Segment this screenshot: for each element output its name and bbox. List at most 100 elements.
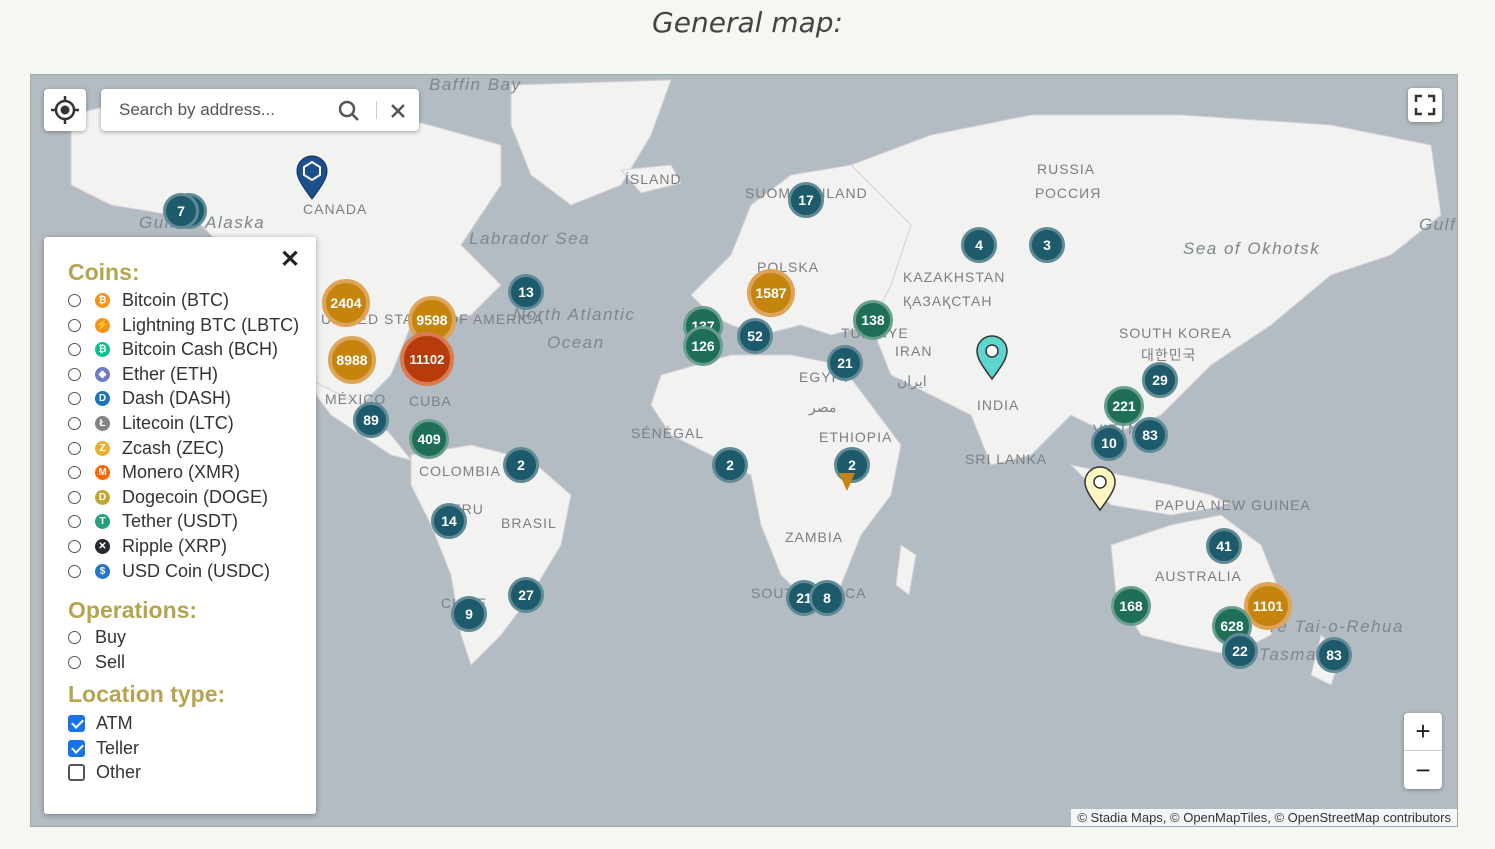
- page-title: General map:: [652, 6, 843, 39]
- radio-button[interactable]: [68, 367, 81, 381]
- coin-option[interactable]: D Dash (DASH): [68, 388, 231, 409]
- coin-option[interactable]: ◆ Ether (ETH): [68, 364, 218, 385]
- radio-button[interactable]: [68, 656, 81, 669]
- radio-button[interactable]: [68, 631, 81, 644]
- cluster-marker[interactable]: 4: [961, 227, 997, 263]
- coin-option[interactable]: Ł Litecoin (LTC): [68, 413, 234, 434]
- coin-label: Zcash (ZEC): [122, 437, 225, 458]
- radio-button[interactable]: [68, 564, 81, 578]
- coin-label: Tether (USDT): [122, 511, 239, 532]
- map-label: Baffin Bay: [429, 75, 522, 94]
- cluster-marker[interactable]: 52: [737, 318, 773, 354]
- radio-button[interactable]: [68, 466, 81, 480]
- cluster-marker[interactable]: 41: [1206, 528, 1242, 564]
- cluster-marker[interactable]: 21: [827, 345, 863, 381]
- fullscreen-button[interactable]: [1408, 88, 1442, 122]
- coin-label: USD Coin (USDC): [122, 560, 271, 581]
- coin-label: Dogecoin (DOGE): [122, 486, 269, 507]
- checkbox[interactable]: [68, 764, 85, 781]
- radio-button[interactable]: [68, 294, 81, 307]
- coins-heading: Coins:: [68, 259, 140, 285]
- coin-option[interactable]: M Monero (XMR): [68, 462, 240, 483]
- cluster-marker[interactable]: 27: [508, 577, 544, 613]
- radio-button[interactable]: [68, 343, 81, 357]
- coin-icon: ⚡: [95, 317, 110, 333]
- zoom-in-button[interactable]: +: [1404, 713, 1442, 751]
- map-label: Sea of Okhotsk: [1183, 239, 1321, 258]
- map-label: PAPUA NEW GUINEA: [1155, 497, 1311, 513]
- coin-icon: $: [95, 563, 110, 579]
- cluster-marker[interactable]: 409: [409, 419, 449, 459]
- clear-search-icon[interactable]: [389, 102, 407, 120]
- radio-button[interactable]: [68, 540, 81, 553]
- coin-option[interactable]: $ USD Coin (USDC): [68, 561, 270, 582]
- radio-button[interactable]: [68, 392, 81, 406]
- cluster-marker[interactable]: 9: [451, 596, 487, 632]
- location-type-label: ATM: [96, 713, 133, 733]
- cluster-marker[interactable]: 2: [503, 447, 539, 483]
- cluster-marker[interactable]: 8988: [328, 336, 376, 384]
- cluster-marker[interactable]: 22: [1222, 633, 1258, 669]
- cluster-marker[interactable]: 8: [809, 580, 845, 616]
- radio-button[interactable]: [68, 318, 81, 332]
- coin-icon: T: [95, 514, 110, 530]
- location-type-other[interactable]: Other: [68, 762, 141, 783]
- cluster-marker[interactable]: 2: [712, 447, 748, 483]
- locate-button[interactable]: [44, 89, 86, 131]
- orange-pin-icon[interactable]: [837, 453, 857, 493]
- radio-button[interactable]: [68, 441, 81, 455]
- coin-icon: ₿: [95, 342, 110, 358]
- radio-button[interactable]: [68, 515, 81, 529]
- coin-icon: ₿: [95, 293, 110, 308]
- cluster-marker[interactable]: 168: [1111, 586, 1151, 626]
- operation-buy[interactable]: Buy: [68, 627, 126, 648]
- cluster-marker[interactable]: 83: [1316, 637, 1352, 673]
- map-label: BRASIL: [501, 515, 557, 531]
- cluster-marker[interactable]: 29: [1142, 362, 1178, 398]
- checkbox[interactable]: [68, 740, 85, 757]
- cluster-marker[interactable]: 10: [1091, 425, 1127, 461]
- coin-option[interactable]: Z Zcash (ZEC): [68, 438, 224, 459]
- zoom-control: + −: [1404, 713, 1442, 789]
- coin-option[interactable]: ⚡ Lightning BTC (LBTC): [68, 315, 299, 336]
- radio-button[interactable]: [68, 417, 81, 430]
- map-label: KAZAKHSTAN: [903, 269, 1006, 285]
- cluster-marker[interactable]: 3: [1029, 227, 1065, 263]
- cluster-marker[interactable]: 138: [853, 300, 893, 340]
- cluster-marker[interactable]: 7: [163, 193, 199, 229]
- coin-label: Ripple (XRP): [122, 536, 228, 556]
- close-panel-button[interactable]: ✕: [280, 245, 300, 274]
- coin-option[interactable]: ₿ Bitcoin Cash (BCH): [68, 339, 278, 360]
- checkbox[interactable]: [68, 715, 85, 732]
- search-input[interactable]: [117, 97, 331, 123]
- cluster-marker[interactable]: 14: [431, 503, 467, 539]
- cluster-marker[interactable]: 13: [508, 274, 544, 310]
- location-type-teller[interactable]: Teller: [68, 738, 139, 759]
- yellow-pin-icon[interactable]: [1083, 466, 1117, 512]
- coin-label: Bitcoin Cash (BCH): [122, 339, 279, 360]
- cluster-marker[interactable]: 83: [1132, 417, 1168, 453]
- cluster-marker[interactable]: 17: [788, 182, 824, 218]
- cluster-marker[interactable]: 89: [353, 402, 389, 438]
- coin-option[interactable]: D Dogecoin (DOGE): [68, 487, 268, 508]
- cluster-marker[interactable]: 2404: [322, 279, 370, 327]
- coin-icon: ◆: [95, 366, 110, 382]
- cluster-marker[interactable]: 126: [683, 326, 723, 366]
- radio-button[interactable]: [68, 490, 81, 504]
- operation-label: Buy: [95, 627, 127, 647]
- search-icon[interactable]: [337, 99, 361, 123]
- map-label: CUBA: [409, 393, 452, 409]
- zoom-out-button[interactable]: −: [1404, 751, 1442, 789]
- cluster-marker[interactable]: 11102: [400, 332, 454, 386]
- map-attribution[interactable]: © Stadia Maps, © OpenMapTiles, © OpenStr…: [1071, 809, 1457, 826]
- coin-option[interactable]: ✕ Ripple (XRP): [68, 536, 227, 557]
- operation-sell[interactable]: Sell: [68, 652, 125, 673]
- fullscreen-icon: [1414, 94, 1436, 116]
- teal-pin-icon[interactable]: [975, 335, 1009, 381]
- location-type-atm[interactable]: ATM: [68, 713, 133, 734]
- coin-option[interactable]: ₿ Bitcoin (BTC): [68, 290, 229, 311]
- coin-option[interactable]: T Tether (USDT): [68, 511, 238, 532]
- map[interactable]: Baffin Bay Gulf of Alaska CANADA Labrado…: [30, 74, 1458, 827]
- logo-marker-icon[interactable]: [295, 155, 329, 201]
- cluster-marker[interactable]: 1587: [747, 269, 795, 317]
